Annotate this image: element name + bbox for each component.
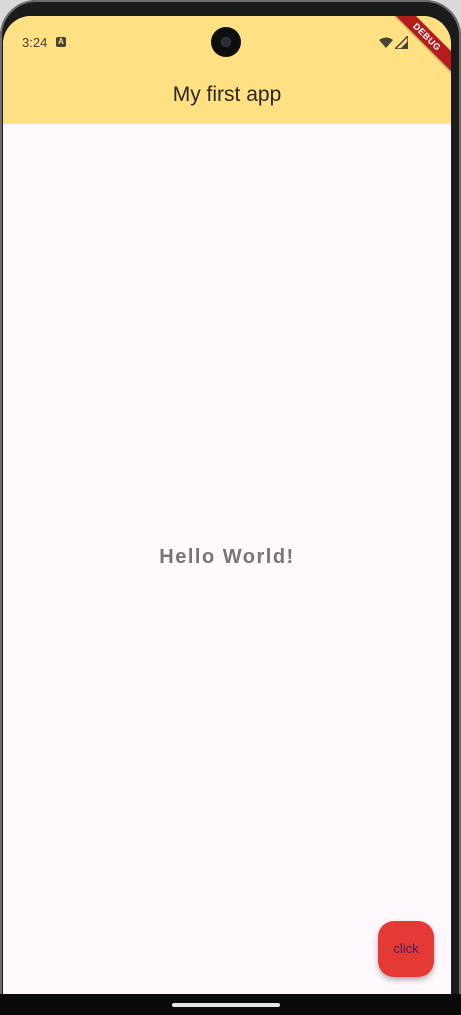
hello-text: Hello World! [159, 546, 295, 568]
status-bar: 3:24 A [3, 16, 451, 68]
phone-frame: 3:24 A My first app DEBUG Hello World! c… [0, 0, 461, 1015]
front-camera [211, 27, 241, 57]
home-indicator[interactable] [172, 1003, 280, 1007]
click-button[interactable]: click [378, 921, 434, 977]
app-screen: 3:24 A My first app DEBUG Hello World! c… [3, 16, 451, 994]
a-notification-icon: A [56, 37, 66, 47]
cell-signal-icon [395, 36, 408, 49]
page-title: My first app [172, 83, 282, 106]
app-bar: My first app [3, 68, 451, 124]
status-time: 3:24 [22, 35, 48, 50]
wifi-icon [379, 37, 393, 48]
